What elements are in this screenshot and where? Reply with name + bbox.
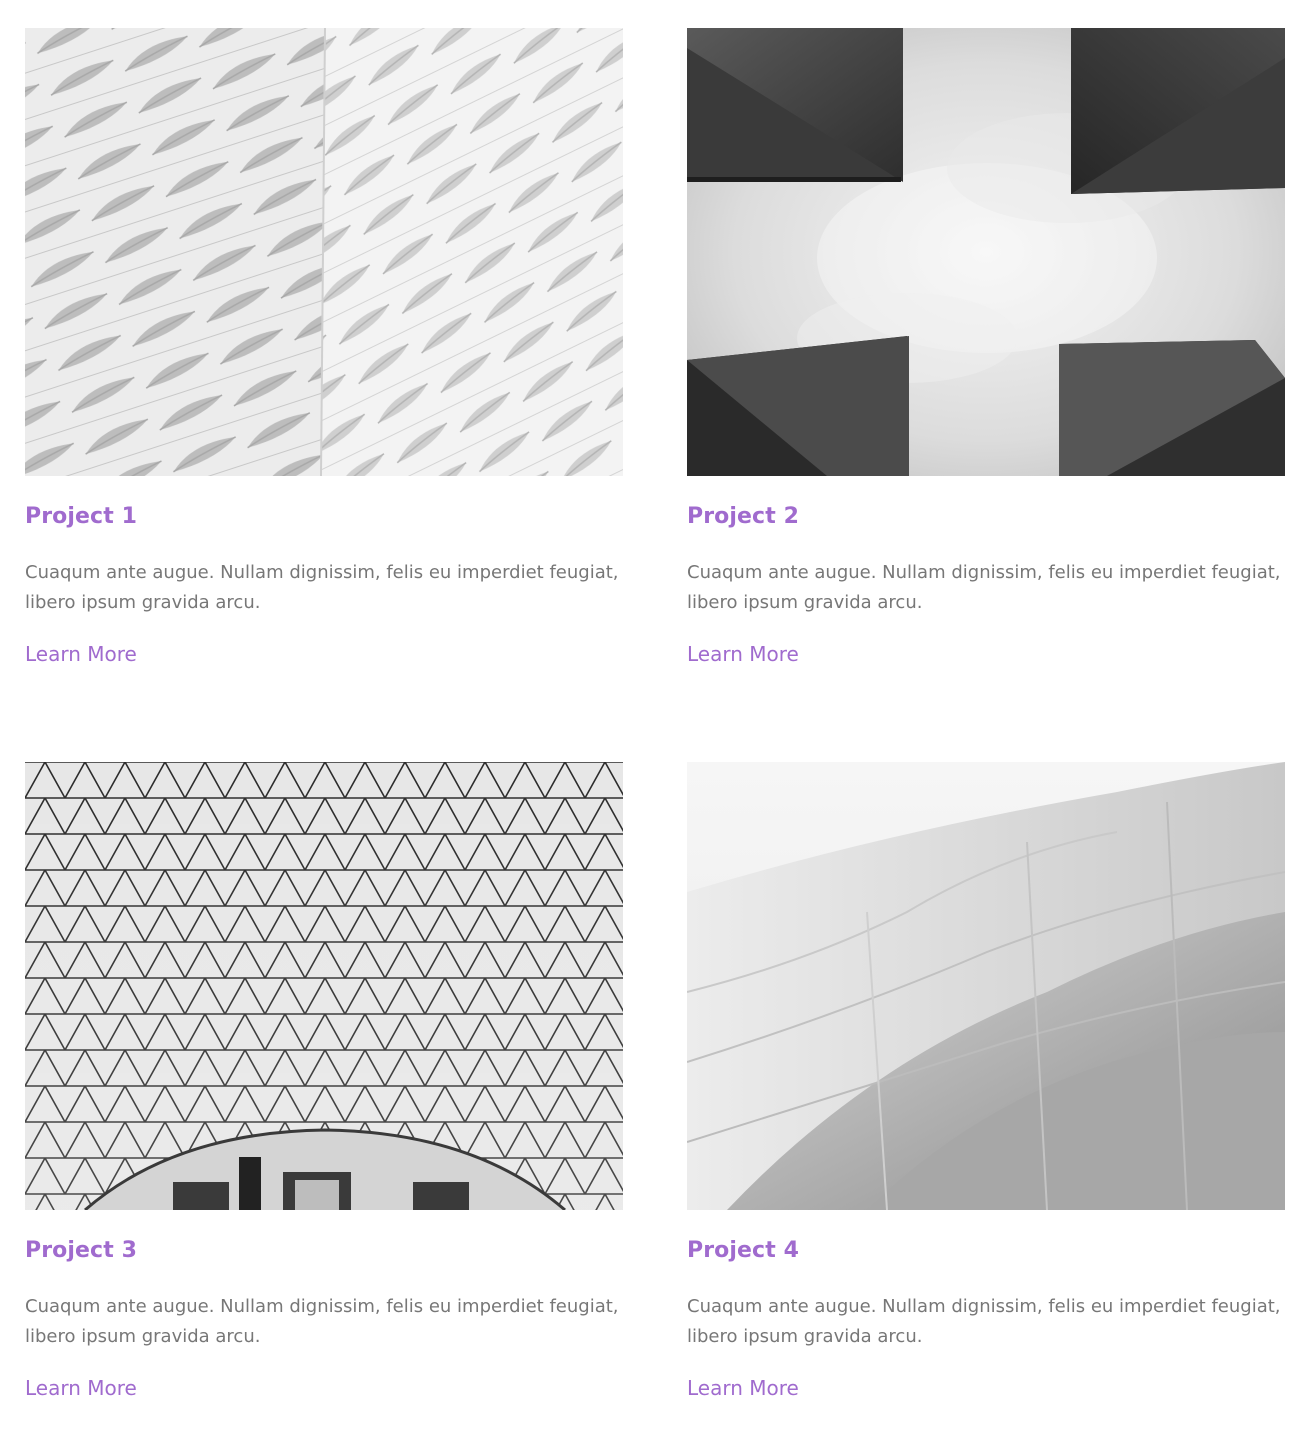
project-image[interactable]	[25, 762, 623, 1210]
project-description: Cuaqum ante augue. Nullam dignissim, fel…	[687, 562, 1281, 613]
lattice-dome-image	[25, 762, 623, 1210]
project-title[interactable]: Project 3	[25, 1237, 623, 1265]
learn-more-link[interactable]: Learn More	[25, 640, 137, 668]
project-title[interactable]: Project 1	[25, 503, 623, 531]
project-title[interactable]: Project 2	[687, 503, 1285, 531]
facade-wave-image	[25, 28, 623, 476]
project-image[interactable]	[687, 762, 1285, 1210]
concrete-blocks-image	[687, 28, 1285, 476]
learn-more-link[interactable]: Learn More	[25, 1374, 137, 1402]
project-card: Project 1 Cuaqum ante augue. Nullam dign…	[25, 28, 623, 668]
project-card: Project 4 Cuaqum ante augue. Nullam dign…	[687, 762, 1285, 1402]
curved-building-image	[687, 762, 1285, 1210]
project-description: Cuaqum ante augue. Nullam dignissim, fel…	[25, 1296, 619, 1347]
project-card: Project 3 Cuaqum ante augue. Nullam dign…	[25, 762, 623, 1402]
learn-more-link[interactable]: Learn More	[687, 1374, 799, 1402]
projects-grid: Project 1 Cuaqum ante augue. Nullam dign…	[25, 28, 1285, 1402]
project-image[interactable]	[25, 28, 623, 476]
project-card: Project 2 Cuaqum ante augue. Nullam dign…	[687, 28, 1285, 668]
project-image[interactable]	[687, 28, 1285, 476]
project-description: Cuaqum ante augue. Nullam dignissim, fel…	[687, 1296, 1281, 1347]
project-title[interactable]: Project 4	[687, 1237, 1285, 1265]
learn-more-link[interactable]: Learn More	[687, 640, 799, 668]
project-description: Cuaqum ante augue. Nullam dignissim, fel…	[25, 562, 619, 613]
